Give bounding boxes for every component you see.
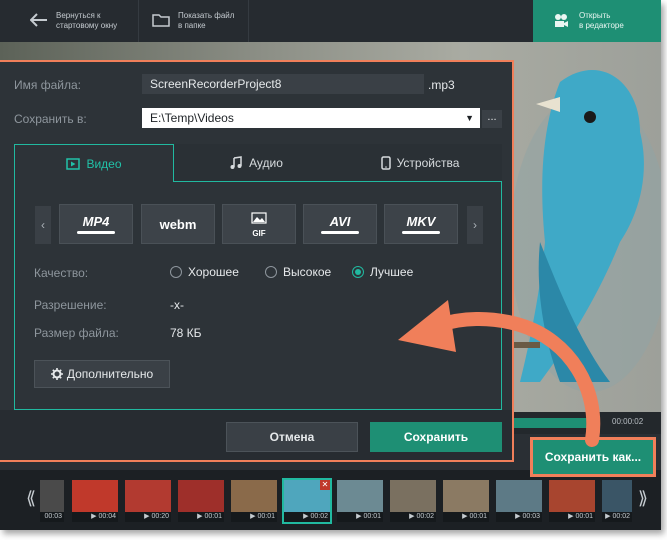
clip-thumbnail[interactable]: ▶ 00:01 xyxy=(337,480,383,522)
phone-icon xyxy=(380,155,391,170)
show-in-folder-button[interactable]: Показать файл в папке xyxy=(152,0,234,42)
clip-duration: ▶ 00:02 xyxy=(390,512,436,522)
dropdown-arrow-icon: ▼ xyxy=(465,113,474,123)
format-mkv[interactable]: MKV xyxy=(384,204,458,244)
formats-prev-arrow[interactable]: ‹ xyxy=(35,206,51,244)
resolution-label: Разрешение: xyxy=(34,298,107,312)
clip-thumbnail[interactable]: ▶ 00:04 xyxy=(72,480,118,522)
advanced-button[interactable]: Дополнительно xyxy=(34,360,170,388)
format-mp4-label: MP4 xyxy=(82,214,110,229)
save-to-label: Сохранить в: xyxy=(14,112,87,126)
clip-duration: ▶ 00:01 xyxy=(231,512,277,522)
toolbar-divider xyxy=(138,0,139,42)
strip-next-arrow[interactable]: ⟫ xyxy=(638,488,648,509)
clip-duration: ▶ 00:02 xyxy=(602,512,632,522)
format-logo-bar xyxy=(402,231,440,234)
tab-video-label: Видео xyxy=(86,156,122,171)
clip-thumbnail-selected[interactable]: ▶ 00:02 ✕ xyxy=(282,478,332,524)
format-avi[interactable]: AVI xyxy=(303,204,377,244)
filename-label: Имя файла: xyxy=(14,78,81,92)
strip-prev-arrow[interactable]: ⟪ xyxy=(26,488,36,509)
top-toolbar: Вернуться к стартовому окну Показать файл… xyxy=(0,0,661,42)
radio-circle xyxy=(170,266,182,278)
format-mp4[interactable]: MP4 xyxy=(59,204,133,244)
clip-duration: ▶ 00:20 xyxy=(125,512,171,522)
radio-circle-selected xyxy=(352,266,364,278)
folder-icon xyxy=(152,13,170,30)
tab-audio-label: Аудио xyxy=(249,155,283,170)
quality-best-radio[interactable]: Лучшее xyxy=(352,265,413,279)
quality-best-label: Лучшее xyxy=(370,265,414,279)
clip-thumbnail[interactable]: ▶ 00:02 xyxy=(602,480,632,522)
filesize-label: Размер файла: xyxy=(34,326,119,340)
quality-good-label: Хорошее xyxy=(188,265,239,279)
format-tabs: Видео Аудио Устройства xyxy=(14,144,502,182)
clip-duration: 00:03 xyxy=(40,512,64,522)
thumbnail-strip: ⟪ ⟫ 00:03 ▶ 00:04 ▶ 00:20 ▶ 00:01 ▶ 00:0… xyxy=(0,470,661,530)
cancel-button[interactable]: Отмена xyxy=(226,422,358,452)
quality-high-label: Высокое xyxy=(283,265,332,279)
clip-thumbnail[interactable]: ▶ 00:02 xyxy=(390,480,436,522)
resolution-value: -x- xyxy=(170,298,184,312)
format-webm-label: webm xyxy=(159,216,197,232)
image-icon xyxy=(251,211,267,229)
format-logo-bar xyxy=(321,231,359,234)
format-webm[interactable]: webm xyxy=(141,204,215,244)
show-in-folder-label: Показать файл в папке xyxy=(178,11,235,30)
clip-duration: ▶ 00:04 xyxy=(72,512,118,522)
timeline-progress xyxy=(500,418,598,428)
advanced-label: Дополнительно xyxy=(66,367,154,381)
clip-duration: ▶ 00:01 xyxy=(549,512,595,522)
open-in-editor-button[interactable]: Открыть в редакторе xyxy=(533,0,661,42)
formats-next-arrow[interactable]: › xyxy=(467,206,483,244)
tab-video[interactable]: Видео xyxy=(14,144,174,182)
clip-thumbnail[interactable]: ▶ 00:20 xyxy=(125,480,171,522)
clip-thumbnail[interactable]: ▶ 00:01 xyxy=(231,480,277,522)
tab-devices-label: Устройства xyxy=(396,155,460,170)
format-avi-label: AVI xyxy=(329,214,351,229)
open-in-editor-label: Открыть в редакторе xyxy=(579,11,624,30)
save-path-value: E:\Temp\Videos xyxy=(150,111,234,125)
quality-label: Качество: xyxy=(34,266,89,280)
quality-good-radio[interactable]: Хорошее xyxy=(170,265,239,279)
browse-button[interactable]: ... xyxy=(482,110,502,128)
back-to-start-button[interactable]: Вернуться к стартовому окну xyxy=(29,0,118,42)
music-note-icon xyxy=(229,155,243,170)
filesize-value: 78 КБ xyxy=(170,326,202,340)
timeline-time: 00:00:02 xyxy=(612,417,644,426)
clip-thumbnail[interactable]: 00:03 xyxy=(40,480,64,522)
tab-audio[interactable]: Аудио xyxy=(174,144,338,182)
format-logo-bar xyxy=(77,231,115,234)
clip-duration: ▶ 00:02 xyxy=(284,512,330,522)
quality-high-radio[interactable]: Высокое xyxy=(265,265,331,279)
toolbar-divider xyxy=(248,0,249,42)
clip-duration: ▶ 00:01 xyxy=(178,512,224,522)
gear-icon xyxy=(50,368,63,380)
filename-input[interactable]: ScreenRecorderProject8 xyxy=(142,74,424,94)
format-gif-label: GIF xyxy=(252,228,266,238)
clip-thumbnail[interactable]: ▶ 00:03 xyxy=(496,480,542,522)
save-button[interactable]: Сохранить xyxy=(370,422,502,452)
film-camera-icon xyxy=(553,13,569,29)
clip-duration: ▶ 00:01 xyxy=(443,512,489,522)
clip-duration: ▶ 00:03 xyxy=(496,512,542,522)
back-to-start-label: Вернуться к стартовому окну xyxy=(56,11,118,30)
format-gif[interactable]: GIF xyxy=(222,204,296,244)
video-icon xyxy=(66,157,81,170)
radio-circle xyxy=(265,266,277,278)
remove-clip-icon[interactable]: ✕ xyxy=(320,480,330,490)
clip-thumbnail[interactable]: ▶ 00:01 xyxy=(549,480,595,522)
save-path-select[interactable]: E:\Temp\Videos ▼ xyxy=(142,108,480,128)
format-mkv-label: MKV xyxy=(406,214,436,229)
file-extension: .mp3 xyxy=(428,78,455,92)
clip-thumbnail[interactable]: ▶ 00:01 xyxy=(443,480,489,522)
arrow-left-icon xyxy=(29,12,48,30)
tab-devices[interactable]: Устройства xyxy=(338,144,502,182)
clip-duration: ▶ 00:01 xyxy=(337,512,383,522)
save-as-button[interactable]: Сохранить как... xyxy=(530,437,656,477)
clip-thumbnail[interactable]: ▶ 00:01 xyxy=(178,480,224,522)
app-window: Вернуться к стартовому окну Показать файл… xyxy=(0,0,661,530)
